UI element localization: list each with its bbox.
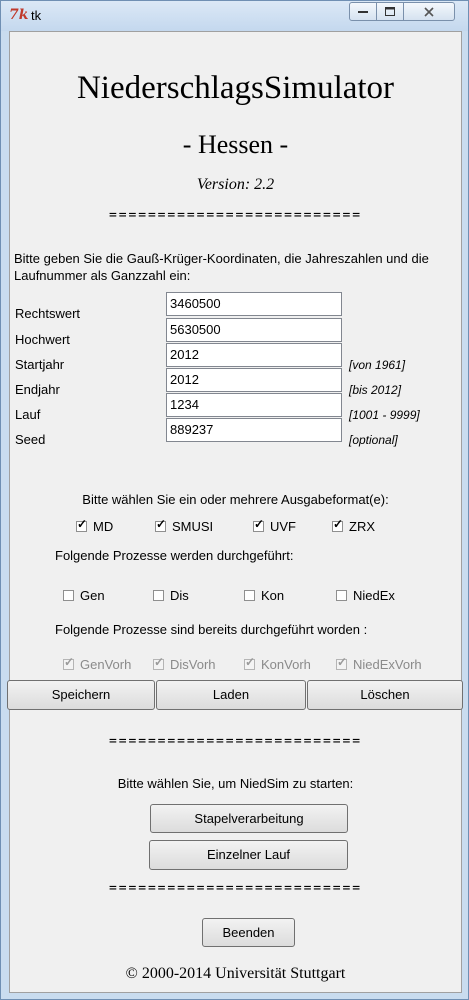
checkbox-niedex-label: NiedEx (353, 588, 395, 603)
lauf-hint: [1001 - 9999] (349, 408, 420, 422)
separator-3: ========================== (109, 881, 362, 896)
app-name-heading: NiederschlagsSimulator (76, 70, 395, 106)
window-title: tk (31, 8, 42, 23)
checkbox-smusi-label: SMUSI (172, 519, 214, 534)
quit-button[interactable]: Beenden (202, 918, 295, 947)
checkmark-icon: ✓ (77, 517, 88, 531)
checkbox-box[interactable]: ✓ (253, 517, 265, 532)
instructions-text: Bitte geben Sie die Gauß-Krüger-Koordina… (14, 251, 429, 283)
label-endjahr: Endjahr (15, 382, 60, 397)
checkmark-icon: ✓ (245, 655, 256, 669)
checkbox-uvf-label: UVF (270, 519, 296, 534)
checkbox-box[interactable]: ✓ (332, 517, 344, 532)
lauf-input[interactable]: 1234 (166, 393, 342, 417)
checkbox-box: ✓ (336, 655, 348, 670)
app-window: 7k tk NiederschlagsSimulator - Hessen - … (0, 0, 469, 1000)
checkbox-gen-label: Gen (80, 588, 105, 603)
seed-input[interactable]: 889237 (166, 418, 342, 442)
checkbox-dis[interactable]: Dis (153, 588, 189, 603)
checkbox-disvorh-label: DisVorh (170, 657, 216, 672)
startjahr-input[interactable]: 2012 (166, 343, 342, 367)
delete-button[interactable]: Löschen (307, 680, 463, 710)
maximize-icon (385, 7, 395, 16)
checkbox-box: ✓ (244, 655, 256, 670)
checkbox-disvorh: ✓ DisVorh (153, 655, 216, 672)
checkmark-icon: ✓ (64, 655, 75, 669)
hochwert-input[interactable]: 5630500 (166, 318, 342, 342)
checkbox-zrx-label: ZRX (349, 519, 375, 534)
processes-heading: Folgende Prozesse werden durchgeführt: (55, 548, 294, 563)
checkbox-kon[interactable]: Kon (244, 588, 284, 603)
label-lauf: Lauf (15, 407, 41, 422)
checkbox-niedex[interactable]: NiedEx (336, 588, 395, 603)
minimize-icon (358, 10, 368, 13)
checkbox-gen[interactable]: Gen (63, 588, 105, 603)
checkmark-icon: ✓ (333, 517, 344, 531)
endjahr-input[interactable]: 2012 (166, 368, 342, 392)
checkmark-icon: ✓ (337, 655, 348, 669)
checkbox-md-label: MD (93, 519, 114, 534)
done-processes-heading: Folgende Prozesse sind bereits durchgefü… (55, 622, 368, 637)
version-label: Version: 2.2 (196, 176, 275, 193)
tk-feather-icon: 7k (9, 7, 29, 23)
checkbox-kon-label: Kon (261, 588, 285, 603)
checkbox-zrx[interactable]: ✓ ZRX (332, 517, 375, 534)
checkbox-box: ✓ (153, 655, 165, 670)
region-heading: - Hessen - (182, 130, 289, 159)
close-icon (424, 6, 434, 17)
checkbox-box[interactable]: ✓ (76, 517, 88, 532)
minimize-button[interactable] (349, 2, 377, 21)
load-button[interactable]: Laden (156, 680, 306, 710)
checkmark-icon: ✓ (254, 517, 265, 531)
checkbox-box: ✓ (63, 655, 75, 670)
single-run-button[interactable]: Einzelner Lauf (149, 840, 348, 870)
checkbox-box[interactable] (63, 590, 74, 601)
label-rechtswert: Rechtswert (15, 306, 81, 321)
checkbox-box[interactable]: ✓ (155, 517, 167, 532)
checkbox-genvorh-label: GenVorh (80, 657, 132, 672)
checkbox-uvf[interactable]: ✓ UVF (253, 517, 296, 534)
label-startjahr: Startjahr (15, 357, 65, 372)
label-hochwert: Hochwert (15, 332, 70, 347)
rechtswert-input[interactable]: 3460500 (166, 292, 342, 316)
output-format-heading: Bitte wählen Sie ein oder mehrere Ausgab… (82, 492, 389, 507)
maximize-button[interactable] (376, 2, 404, 21)
checkbox-box[interactable] (153, 590, 164, 601)
save-button[interactable]: Speichern (7, 680, 155, 710)
main-panel: NiederschlagsSimulator - Hessen - Versio… (7, 31, 463, 993)
separator-2: ========================== (109, 734, 362, 749)
checkbox-dis-label: Dis (170, 588, 189, 603)
checkbox-genvorh: ✓ GenVorh (63, 655, 132, 672)
close-button[interactable] (403, 2, 455, 21)
checkbox-konvorh: ✓ KonVorh (244, 655, 311, 672)
batch-run-button[interactable]: Stapelverarbeitung (150, 804, 348, 833)
checkbox-box[interactable] (336, 590, 347, 601)
checkbox-md[interactable]: ✓ MD (76, 517, 114, 534)
seed-hint: [optional] (349, 433, 398, 447)
copyright-footer: © 2000-2014 Universität Stuttgart (125, 965, 346, 982)
checkbox-box[interactable] (244, 590, 255, 601)
start-prompt: Bitte wählen Sie, um NiedSim zu starten: (117, 776, 354, 791)
title-bar[interactable]: 7k tk (1, 1, 468, 31)
checkmark-icon: ✓ (156, 517, 167, 531)
checkbox-niedexvorh: ✓ NiedExVorh (336, 655, 422, 672)
checkbox-niedexvorh-label: NiedExVorh (353, 657, 422, 672)
separator-1: ========================== (109, 208, 362, 223)
label-seed: Seed (15, 432, 46, 447)
checkbox-konvorh-label: KonVorh (261, 657, 311, 672)
startjahr-hint: [von 1961] (349, 358, 406, 372)
checkbox-smusi[interactable]: ✓ SMUSI (155, 517, 214, 534)
checkmark-icon: ✓ (154, 655, 165, 669)
endjahr-hint: [bis 2012] (349, 383, 402, 397)
